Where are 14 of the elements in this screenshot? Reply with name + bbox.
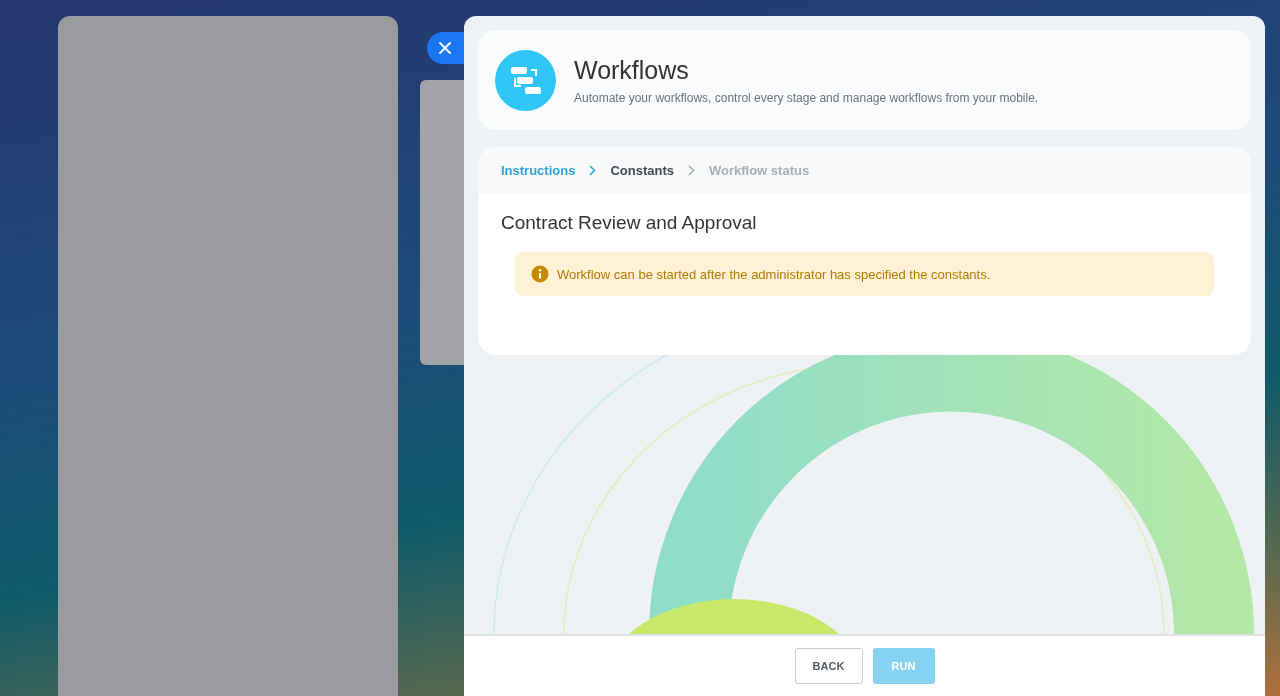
chevron-icon xyxy=(589,165,597,176)
step-link[interactable]: Constants xyxy=(610,163,674,178)
page-title: Workflows xyxy=(574,55,690,85)
step-link[interactable]: Instructions xyxy=(501,163,576,178)
close-icon xyxy=(439,42,451,54)
notice-text: Workflow can be started after the administrator has specified the constants. xyxy=(557,266,991,282)
workflow-title: Contract Review and Approval xyxy=(500,211,758,234)
step-link[interactable]: Workflow status xyxy=(708,163,810,178)
info-icon xyxy=(531,265,549,283)
workflow-icon xyxy=(495,49,556,111)
chevron-icon xyxy=(687,165,695,176)
page-subtitle: Automate your workflows, control every stage and manage workflows from your mobile. xyxy=(574,90,1039,105)
close-button[interactable] xyxy=(427,32,464,64)
back-button[interactable]: BACK xyxy=(794,648,863,684)
